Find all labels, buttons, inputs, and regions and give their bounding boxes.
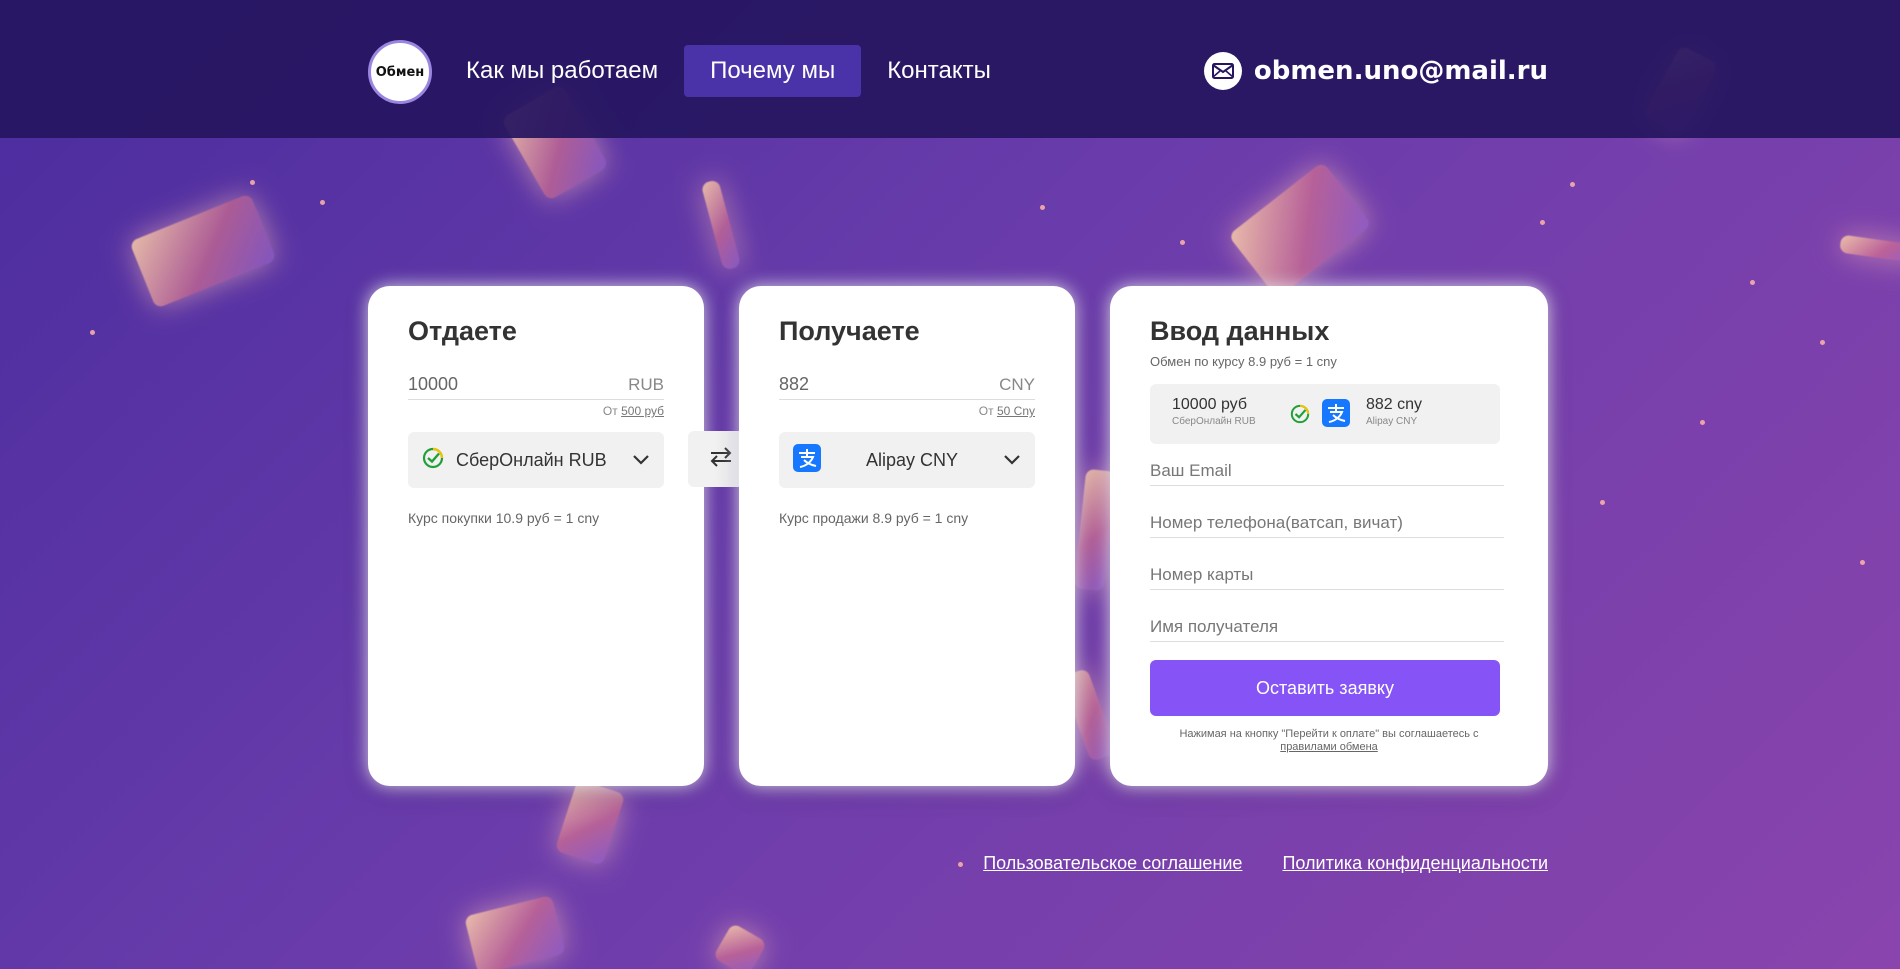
- footer-links: Пользовательское соглашение Политика кон…: [983, 853, 1548, 874]
- sber-logo-icon: [1290, 404, 1310, 428]
- card-number-input[interactable]: [1150, 564, 1504, 585]
- phone-field: [1150, 508, 1504, 538]
- summary-get-method: Alipay CNY: [1366, 416, 1418, 427]
- nav-why-us[interactable]: Почему мы: [684, 45, 862, 97]
- site-header: Обмен Как мы работаем Почему мы Контакты…: [0, 0, 1900, 138]
- get-rate: Курс продажи 8.9 руб = 1 cny: [779, 510, 969, 526]
- nav-how-we-work[interactable]: Как мы работаем: [456, 45, 684, 97]
- site-logo[interactable]: Обмен: [368, 40, 432, 104]
- recipient-name-input[interactable]: [1150, 616, 1504, 637]
- main-nav: Как мы работаем Почему мы Контакты: [456, 45, 1017, 97]
- get-title: Получаете: [779, 316, 920, 346]
- alipay-logo-icon: [1322, 399, 1350, 431]
- envelope-icon: [1203, 52, 1242, 90]
- swap-arrows-icon: [708, 446, 734, 472]
- exchange-summary: 10000 руб СберОнлайн RUB 882 cny Alipay …: [1150, 384, 1500, 444]
- get-amount-row: CNY: [779, 370, 1035, 400]
- form-title: Ввод данных: [1150, 316, 1330, 346]
- give-card: Отдаете RUB От 500 руб СберОнлайн RUB Ку…: [368, 286, 704, 786]
- agreement-text: Нажимая на кнопку "Перейти к оплате" вы …: [1179, 728, 1479, 740]
- get-min-prefix: От: [978, 404, 994, 418]
- summary-give-method: СберОнлайн RUB: [1172, 416, 1256, 427]
- give-min-link[interactable]: 500 руб: [621, 404, 664, 418]
- give-rate: Курс покупки 10.9 руб = 1 cny: [408, 510, 600, 526]
- give-amount-input[interactable]: [408, 374, 558, 395]
- get-method-label: Alipay CNY: [865, 449, 959, 470]
- get-card: Получаете CNY От 50 Cny Alipay CNY Курс …: [739, 286, 1075, 786]
- email-link[interactable]: obmen.uno@mail.ru: [1254, 56, 1548, 86]
- nav-contacts[interactable]: Контакты: [861, 45, 1017, 97]
- give-amount-row: RUB: [408, 370, 664, 400]
- contact-email: obmen.uno@mail.ru: [1203, 52, 1548, 90]
- summary-give: 10000 руб СберОнлайн RUB: [1172, 396, 1256, 427]
- chevron-down-icon: [1003, 451, 1021, 470]
- give-min-prefix: От: [602, 404, 618, 418]
- phone-input[interactable]: [1150, 512, 1504, 533]
- card-number-field: [1150, 560, 1504, 590]
- sber-logo-icon: [422, 447, 444, 473]
- get-amount-input[interactable]: [779, 374, 929, 395]
- exchange-rules-link[interactable]: правилами обмена: [1280, 741, 1378, 753]
- data-entry-card: Ввод данных Обмен по курсу 8.9 руб = 1 c…: [1110, 286, 1548, 786]
- chevron-down-icon: [632, 451, 650, 470]
- email-field: [1150, 456, 1504, 486]
- give-min-note: От 500 руб: [603, 404, 664, 418]
- alipay-logo-icon: [793, 444, 821, 476]
- get-min-link[interactable]: 50 Cny: [997, 404, 1035, 418]
- get-method-select[interactable]: Alipay CNY: [779, 432, 1035, 488]
- give-currency-code: RUB: [628, 374, 664, 394]
- privacy-policy-link[interactable]: Политика конфиденциальности: [1282, 853, 1548, 874]
- user-agreement-link[interactable]: Пользовательское соглашение: [983, 853, 1242, 874]
- email-input[interactable]: [1150, 460, 1504, 481]
- agreement-note: Нажимая на кнопку "Перейти к оплате" вы …: [1140, 728, 1518, 754]
- get-currency-code: CNY: [999, 374, 1035, 394]
- summary-give-amount: 10000 руб: [1172, 396, 1247, 413]
- submit-request-button[interactable]: Оставить заявку: [1150, 660, 1500, 716]
- get-min-note: От 50 Cny: [979, 404, 1035, 418]
- give-method-label: СберОнлайн RUB: [456, 449, 607, 470]
- recipient-name-field: [1150, 612, 1504, 642]
- give-title: Отдаете: [408, 316, 517, 346]
- give-method-select[interactable]: СберОнлайн RUB: [408, 432, 664, 488]
- summary-get-amount: 882 cny: [1366, 396, 1423, 413]
- summary-get: 882 cny Alipay CNY: [1366, 396, 1422, 427]
- form-rate-subtitle: Обмен по курсу 8.9 руб = 1 cny: [1150, 354, 1337, 369]
